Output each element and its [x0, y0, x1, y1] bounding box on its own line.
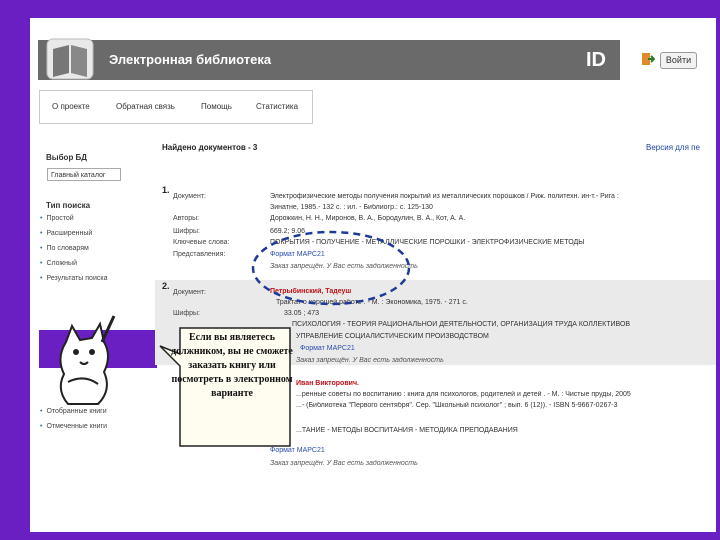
- search-type-title: Тип поиска: [46, 201, 91, 210]
- search-results[interactable]: Результаты поиска: [40, 271, 107, 286]
- entry-2-format-link[interactable]: Формат МАРС21: [300, 345, 355, 352]
- entry-2-codes: 33.05 ; 473: [284, 310, 320, 317]
- entry-2-keywords: ПСИХОЛОГИЯ - ТЕОРИЯ РАЦИОНАЛЬНОЙ ДЕЯТЕЛЬ…: [292, 321, 631, 328]
- entry-1-label-codes: Шифры:: [173, 228, 200, 235]
- callout-text: Если вы являетесь должником, вы не сможе…: [171, 332, 293, 399]
- entry-2-label-doc: Документ:: [173, 289, 206, 296]
- entry-1-number: 1.: [162, 185, 170, 195]
- entry-3-series: ...- (Библиотека "Первого сентября". Сер…: [296, 402, 618, 409]
- nav-stats[interactable]: Статистика: [256, 102, 298, 111]
- entry-2-order-status: Заказ запрещён. У Вас есть задолженность: [296, 357, 444, 364]
- entry-2-keywords-2: УПРАВЛЕНИЕ СОЦИАЛИСТИЧЕСКИМ ПРОИЗВОДСТВО…: [296, 333, 489, 340]
- top-nav: О проекте Обратная связь Помощь Статисти…: [39, 90, 313, 124]
- search-type-list: Простой Расширенный По словарям Сложный …: [40, 211, 107, 286]
- nav-help[interactable]: Помощь: [201, 102, 232, 111]
- entry-1-label-doc: Документ:: [173, 193, 206, 200]
- entry-1-label-views: Представления:: [173, 251, 226, 258]
- nav-about[interactable]: О проекте: [52, 102, 90, 111]
- search-complex[interactable]: Сложный: [40, 256, 107, 271]
- print-version-link[interactable]: Версия для пе: [646, 143, 700, 152]
- cat-illustration: [59, 315, 116, 405]
- search-simple[interactable]: Простой: [40, 211, 107, 226]
- brand-logo: ID: [586, 49, 606, 71]
- nav-feedback[interactable]: Обратная связь: [116, 102, 175, 111]
- entry-3-title: ...ренные советы по воспитанию : книга д…: [296, 391, 631, 398]
- entry-1-title: Электрофизические методы получения покры…: [270, 193, 619, 200]
- app-title: Электронная библиотека: [109, 52, 272, 67]
- exit-icon[interactable]: [641, 52, 655, 66]
- entry-3-keywords: ...ТАНИЕ - МЕТОДЫ ВОСПИТАНИЯ - МЕТОДИКА …: [296, 427, 518, 434]
- highlight-ellipse: [251, 230, 411, 306]
- entry-2-number: 2.: [162, 281, 170, 291]
- entry-1-publisher: Зинатне, 1985.- 132 с. : ил. - Библиогр.…: [270, 204, 433, 211]
- db-select[interactable]: Главный каталог: [47, 168, 121, 181]
- library-logo-icon: [46, 38, 94, 80]
- search-advanced[interactable]: Расширенный: [40, 226, 107, 241]
- entry-1-authors: Дорожкин, Н. Н., Миронов, В. А., Бородул…: [270, 215, 466, 222]
- entry-1-label-keywords: Ключевые слова:: [173, 239, 230, 246]
- entry-3-author: Иван Викторович.: [296, 380, 359, 387]
- search-dictionary[interactable]: По словарям: [40, 241, 107, 256]
- marked-books-link[interactable]: Отмеченные книги: [40, 419, 107, 434]
- login-button[interactable]: Войти: [660, 52, 697, 69]
- entry-2-label-codes: Шифры:: [173, 310, 200, 317]
- results-count: Найдено документов - 3: [162, 143, 258, 152]
- db-select-title: Выбор БД: [46, 153, 87, 162]
- entry-1-label-authors: Авторы:: [173, 215, 200, 222]
- entry-3-order-status: Заказ запрещён. У Вас есть задолженность: [270, 460, 418, 467]
